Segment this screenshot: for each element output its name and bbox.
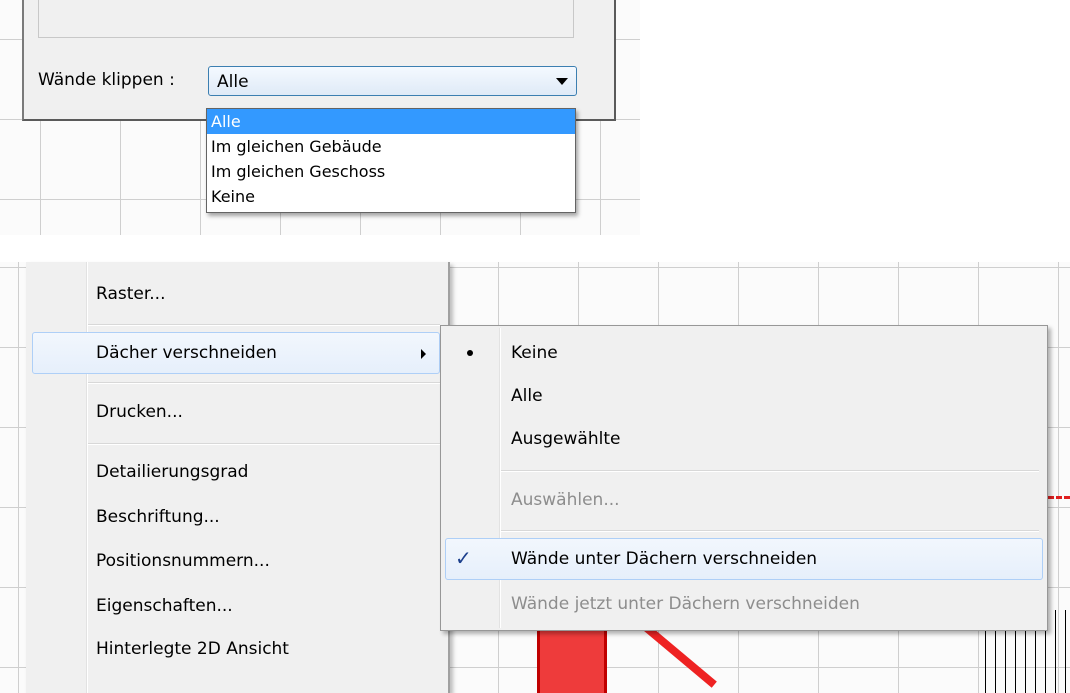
submenu-item-waende-jetzt-unter-daechern: Wände jetzt unter Dächern verschneiden bbox=[511, 594, 860, 614]
submenu-item-keine[interactable]: Keine bbox=[511, 338, 558, 368]
submenu-item-auswaehlen: Auswählen... bbox=[511, 490, 620, 510]
submenu-arrow-icon bbox=[421, 349, 426, 359]
clip-walls-dialog: Wände klippen : Alle bbox=[22, 0, 616, 121]
menu-icon-gutter bbox=[86, 262, 88, 693]
menu-item-hinterlegte-2d-ansicht[interactable]: Hinterlegte 2D Ansicht bbox=[96, 634, 289, 664]
menu-item-drucken[interactable]: Drucken... bbox=[96, 397, 183, 427]
radio-bullet-icon bbox=[467, 350, 473, 356]
submenu-separator bbox=[501, 530, 1039, 532]
menu-separator bbox=[88, 324, 440, 326]
submenu-daecher-verschneiden: Keine Alle Ausgewählte Auswählen... ✓ Wä… bbox=[440, 325, 1048, 631]
menu-item-raster[interactable]: Raster... bbox=[96, 279, 165, 309]
clip-walls-dropdown-list: Alle Im gleichen Gebäude Im gleichen Ges… bbox=[206, 108, 576, 213]
chevron-down-icon[interactable] bbox=[556, 78, 568, 85]
submenu-item-alle[interactable]: Alle bbox=[511, 381, 543, 411]
menu-item-positionsnummern[interactable]: Positionsnummern... bbox=[96, 546, 270, 576]
submenu-separator bbox=[501, 470, 1039, 472]
red-wall-element bbox=[537, 628, 607, 693]
checkmark-icon: ✓ bbox=[455, 546, 472, 570]
clip-walls-label: Wände klippen : bbox=[38, 70, 175, 90]
menu-item-detailierungsgrad[interactable]: Detailierungsgrad bbox=[96, 457, 248, 487]
dropdown-option-gleiches-gebaeude[interactable]: Im gleichen Gebäude bbox=[207, 134, 575, 159]
menu-item-beschriftung[interactable]: Beschriftung... bbox=[96, 502, 220, 532]
combobox-value: Alle bbox=[217, 72, 249, 92]
group-box bbox=[38, 0, 574, 38]
context-menu: Raster... Dächer verschneiden Drucken...… bbox=[26, 262, 450, 693]
dropdown-option-keine[interactable]: Keine bbox=[207, 184, 575, 209]
dropdown-option-gleiches-geschoss[interactable]: Im gleichen Geschoss bbox=[207, 159, 575, 184]
menu-separator bbox=[88, 443, 440, 445]
menu-separator bbox=[88, 382, 440, 384]
dropdown-option-alle[interactable]: Alle bbox=[207, 109, 575, 134]
submenu-item-ausgewaehlte[interactable]: Ausgewählte bbox=[511, 424, 620, 454]
submenu-item-waende-unter-daechern[interactable]: Wände unter Dächern verschneiden bbox=[511, 544, 817, 574]
clip-walls-combobox[interactable]: Alle bbox=[208, 66, 577, 96]
menu-item-daecher-verschneiden[interactable]: Dächer verschneiden bbox=[96, 338, 277, 368]
submenu-icon-gutter bbox=[499, 328, 501, 628]
menu-item-eigenschaften[interactable]: Eigenschaften... bbox=[96, 591, 233, 621]
